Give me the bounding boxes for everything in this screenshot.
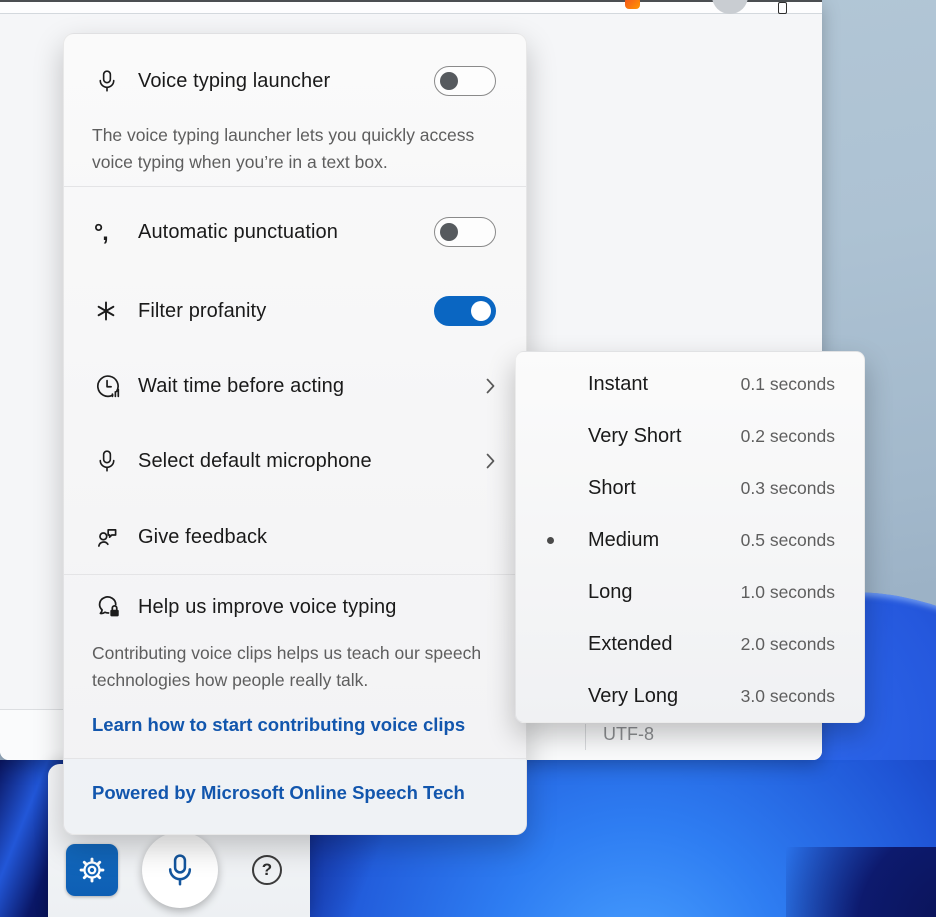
gear-icon <box>77 855 107 885</box>
menu-item-label: Filter profanity <box>138 300 266 323</box>
wait-option-extended[interactable]: Extended 2.0 seconds <box>516 618 864 670</box>
powered-by-link[interactable]: Powered by Microsoft Online Speech Tech <box>92 782 465 804</box>
microphone-icon <box>94 448 124 474</box>
menu-item-filter-profanity[interactable]: Filter profanity <box>94 288 496 334</box>
asterisk-icon <box>94 298 124 324</box>
toggle-knob <box>440 72 458 90</box>
toggle-knob <box>471 301 491 321</box>
divider <box>64 758 526 759</box>
launcher-description: The voice typing launcher lets you quick… <box>92 122 497 176</box>
wallpaper-corner <box>786 847 936 917</box>
encoding-label: UTF-8 <box>603 724 654 745</box>
filter-profanity-toggle[interactable] <box>434 296 496 326</box>
help-button[interactable]: ? <box>252 855 282 885</box>
selected-bullet <box>547 537 554 544</box>
menu-item-voice-typing-launcher[interactable]: Voice typing launcher <box>94 58 496 104</box>
toggle-knob <box>440 223 458 241</box>
menu-item-label: Give feedback <box>138 526 267 549</box>
menu-item-label: Automatic punctuation <box>138 221 338 244</box>
divider <box>64 574 526 575</box>
menu-item-wait-time[interactable]: Wait time before acting <box>94 363 496 409</box>
menu-item-label: Help us improve voice typing <box>138 596 396 619</box>
chevron-right-icon <box>485 377 496 395</box>
divider <box>64 186 526 187</box>
wait-option-instant[interactable]: Instant 0.1 seconds <box>516 358 864 410</box>
punctuation-icon: °, <box>94 219 124 245</box>
browser-toolbar <box>0 2 822 14</box>
menu-item-help-improve: Help us improve voice typing <box>94 584 496 630</box>
microphone-button[interactable] <box>142 832 218 908</box>
feedback-icon <box>94 524 124 550</box>
privacy-chat-lock-icon <box>94 594 124 620</box>
chevron-right-icon <box>485 452 496 470</box>
voice-typing-launcher-toggle[interactable] <box>434 66 496 96</box>
menu-item-label: Select default microphone <box>138 450 372 473</box>
help-glyph: ? <box>262 860 272 880</box>
statusbar-separator <box>585 724 586 750</box>
menu-item-default-microphone[interactable]: Select default microphone <box>94 438 496 484</box>
microphone-icon <box>161 851 199 889</box>
menu-item-label: Voice typing launcher <box>138 70 330 93</box>
wait-option-very-short[interactable]: Very Short 0.2 seconds <box>516 410 864 462</box>
microphone-icon <box>94 68 124 94</box>
help-improve-description: Contributing voice clips helps us teach … <box>92 640 497 694</box>
settings-button[interactable] <box>66 844 118 896</box>
wait-time-submenu: Instant 0.1 seconds Very Short 0.2 secon… <box>515 351 865 723</box>
menu-item-give-feedback[interactable]: Give feedback <box>94 514 496 560</box>
device-icon[interactable] <box>778 2 787 14</box>
menu-item-automatic-punctuation[interactable]: °, Automatic punctuation <box>94 209 496 255</box>
wait-option-very-long[interactable]: Very Long 3.0 seconds <box>516 670 864 722</box>
clock-wait-icon <box>94 373 124 399</box>
menu-item-label: Wait time before acting <box>138 375 344 398</box>
profile-avatar[interactable] <box>712 0 748 14</box>
wait-option-short[interactable]: Short 0.3 seconds <box>516 462 864 514</box>
automatic-punctuation-toggle[interactable] <box>434 217 496 247</box>
wait-option-long[interactable]: Long 1.0 seconds <box>516 566 864 618</box>
screen: UTF-8 <box>0 0 936 917</box>
extension-icon[interactable] <box>625 0 640 9</box>
contribute-voice-clips-link[interactable]: Learn how to start contributing voice cl… <box>92 714 465 736</box>
voice-typing-settings-menu: Voice typing launcher The voice typing l… <box>63 33 527 835</box>
wait-option-medium[interactable]: Medium 0.5 seconds <box>516 514 864 566</box>
